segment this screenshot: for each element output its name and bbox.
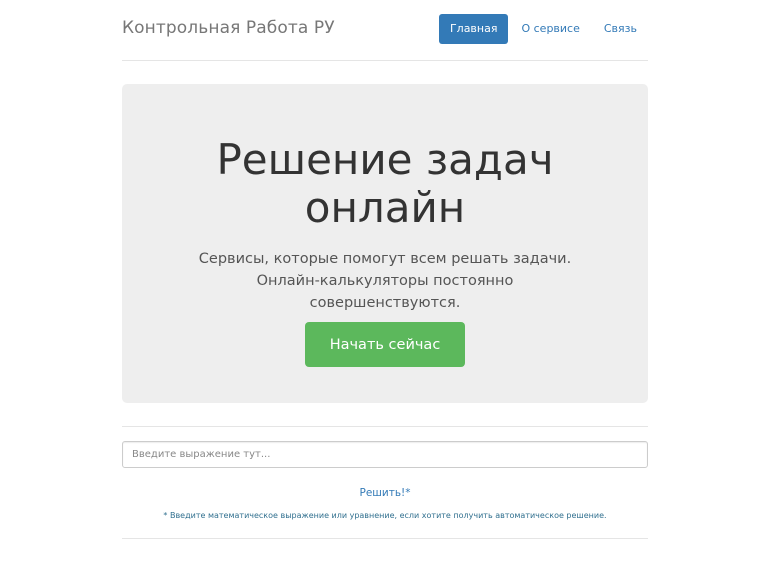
main-nav: Главная О сервисе Связь	[438, 14, 648, 44]
solver-hint: * Введите математическое выражение или у…	[163, 511, 607, 520]
hero-heading-line2: онлайн	[304, 183, 466, 232]
site-header: Контрольная Работа РУ Главная О сервисе …	[122, 0, 648, 61]
solve-link[interactable]: Решить!*	[0, 487, 770, 499]
footer-divider	[122, 538, 648, 539]
start-now-button[interactable]: Начать сейчас	[305, 322, 465, 367]
page: Контрольная Работа РУ Главная О сервисе …	[0, 0, 770, 577]
hero-lead-line3: совершенствуются.	[309, 295, 461, 311]
hero-panel: Решение задач онлайн Сервисы, которые по…	[122, 84, 648, 403]
section-divider	[122, 426, 648, 427]
expression-input[interactable]	[122, 441, 648, 468]
site-brand[interactable]: Контрольная Работа РУ	[122, 18, 335, 38]
nav-item-about[interactable]: О сервисе	[510, 14, 590, 44]
hero-heading-line1: Решение задач	[216, 135, 554, 184]
hero-heading: Решение задач онлайн	[122, 136, 648, 232]
nav-item-contact[interactable]: Связь	[593, 14, 648, 44]
hero-lead-line2: Онлайн-калькуляторы постоянно	[256, 273, 514, 289]
nav-item-home[interactable]: Главная	[438, 14, 509, 44]
hero-lead-line1: Сервисы, которые помогут всем решать зад…	[198, 251, 572, 267]
hero-lead: Сервисы, которые помогут всем решать зад…	[172, 248, 598, 314]
